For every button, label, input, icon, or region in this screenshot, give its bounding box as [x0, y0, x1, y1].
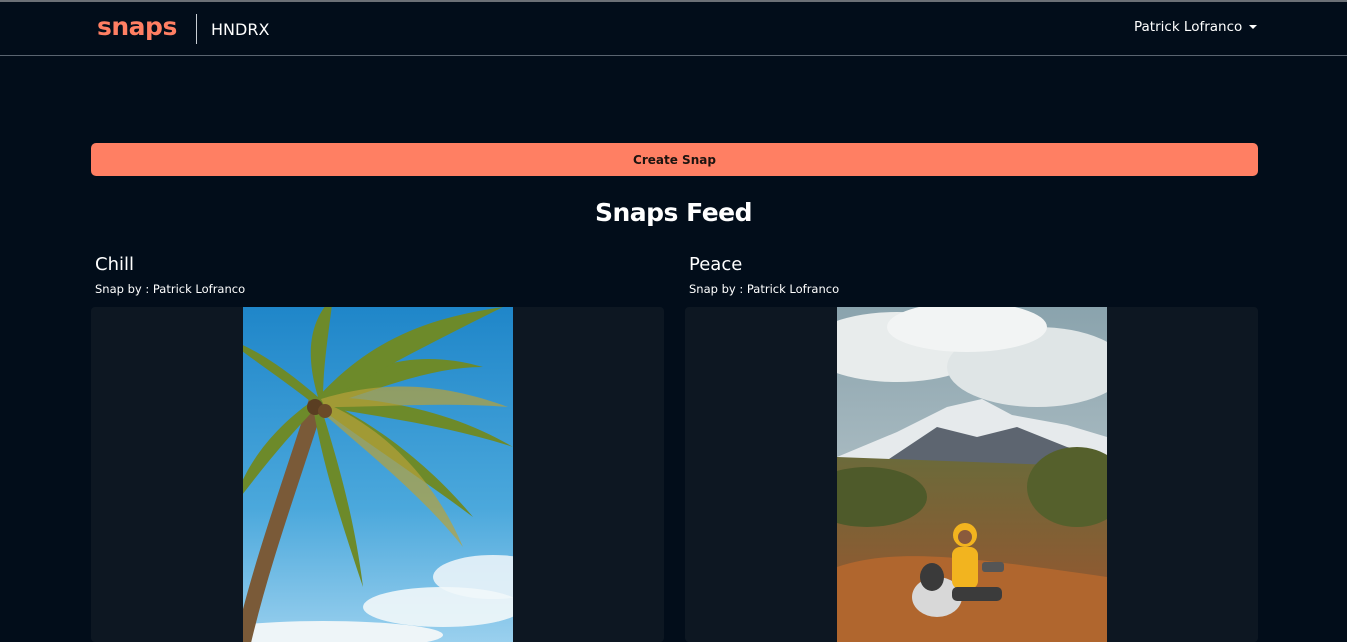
navbar: snaps HNDRX Patrick Lofranco: [0, 2, 1347, 56]
user-name: Patrick Lofranco: [1134, 19, 1243, 35]
caret-down-icon: [1249, 25, 1258, 29]
user-menu-dropdown[interactable]: Patrick Lofranco: [1134, 19, 1258, 35]
mountain-dog-photo[interactable]: [837, 307, 1107, 642]
brand-name[interactable]: HNDRX: [211, 20, 269, 39]
nav-divider: [196, 14, 197, 44]
snaps-logo[interactable]: snaps: [97, 12, 177, 41]
post-card[interactable]: [685, 307, 1258, 642]
post-title[interactable]: Chill: [95, 254, 134, 275]
post-card[interactable]: [91, 307, 664, 642]
create-snap-button[interactable]: Create Snap: [91, 143, 1258, 176]
post-author: Snap by : Patrick Lofranco: [95, 282, 246, 296]
post-author: Snap by : Patrick Lofranco: [689, 282, 840, 296]
palm-tree-photo[interactable]: [243, 307, 513, 642]
feed-title: Snaps Feed: [594, 198, 753, 227]
post-title[interactable]: Peace: [689, 254, 742, 275]
